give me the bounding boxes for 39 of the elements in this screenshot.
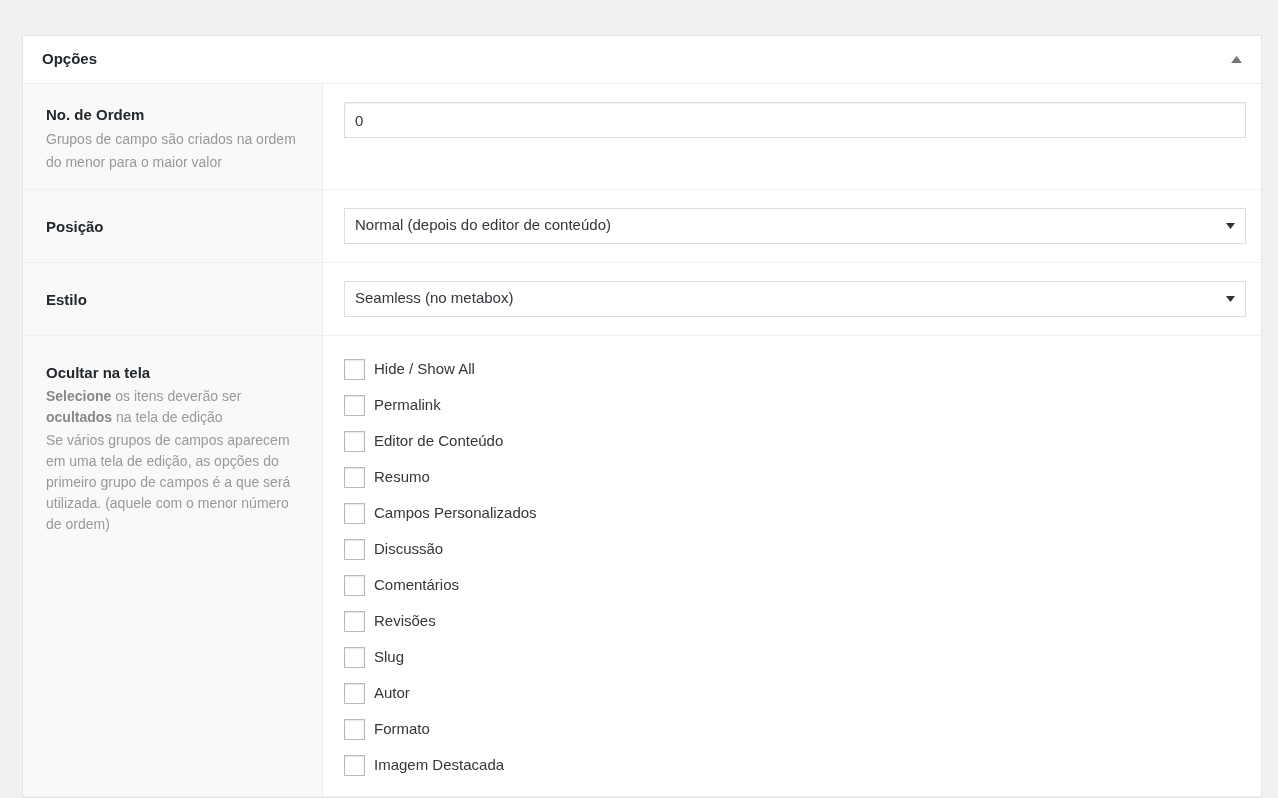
checkbox[interactable] <box>344 575 365 596</box>
dropdown-arrow-icon <box>1226 222 1235 229</box>
checkbox-option[interactable]: Permalink <box>344 387 1246 424</box>
checkbox-option[interactable]: Formato <box>344 711 1246 748</box>
collapse-arrow-icon[interactable] <box>1231 56 1242 63</box>
field-label: Estilo <box>46 289 88 310</box>
checkbox[interactable] <box>344 647 365 668</box>
checkbox[interactable] <box>344 359 365 380</box>
checkbox[interactable] <box>344 431 365 452</box>
field-label: Posição <box>46 216 105 237</box>
field-label: Ocultar na tela <box>46 362 152 383</box>
field-description: Se vários grupos de campos aparecem em uma tela de edição, as opções do primeiro grupo de campos é a que será utilizada. (aquele com o menor número de ordem) <box>46 431 292 534</box>
field-description: do menor para o maior valor <box>46 152 223 172</box>
checkbox[interactable] <box>344 683 365 704</box>
checkbox-option[interactable]: Hide / Show All <box>344 351 1246 388</box>
checkbox[interactable] <box>344 467 365 488</box>
order-input[interactable]: 0 <box>344 102 1246 138</box>
checkbox[interactable] <box>344 395 365 416</box>
select-field[interactable]: Seamless (no metabox) <box>344 280 1246 317</box>
field-description: Grupos de campo são criados na ordem <box>46 129 297 149</box>
checkbox-option[interactable]: Resumo <box>344 459 1246 496</box>
checkbox-option[interactable]: Comentários <box>344 567 1246 604</box>
checkbox[interactable] <box>344 755 365 776</box>
checkbox[interactable] <box>344 539 365 560</box>
dropdown-arrow-icon <box>1226 295 1235 302</box>
checkbox-option[interactable]: Slug <box>344 639 1246 676</box>
checkbox-option[interactable]: Revisões <box>344 603 1246 640</box>
checkbox-option[interactable]: Imagem Destacada <box>344 747 1246 784</box>
panel-title: Opções <box>42 49 98 70</box>
checkbox-option[interactable]: Discussão <box>344 531 1246 568</box>
checkbox[interactable] <box>344 719 365 740</box>
field-description: Selecione os itens deverão ser ocultados na tela de edição <box>46 387 243 427</box>
checkbox-option[interactable]: Autor <box>344 675 1246 712</box>
checkbox[interactable] <box>344 611 365 632</box>
checkbox-option[interactable]: Editor de Conteúdo <box>344 423 1246 460</box>
field-label: No. de Ordem <box>46 105 146 125</box>
select-field[interactable]: Normal (depois do editor de conteúdo) <box>344 207 1246 244</box>
checkbox-option[interactable]: Campos Personalizados <box>344 495 1246 532</box>
checkbox[interactable] <box>344 503 365 524</box>
